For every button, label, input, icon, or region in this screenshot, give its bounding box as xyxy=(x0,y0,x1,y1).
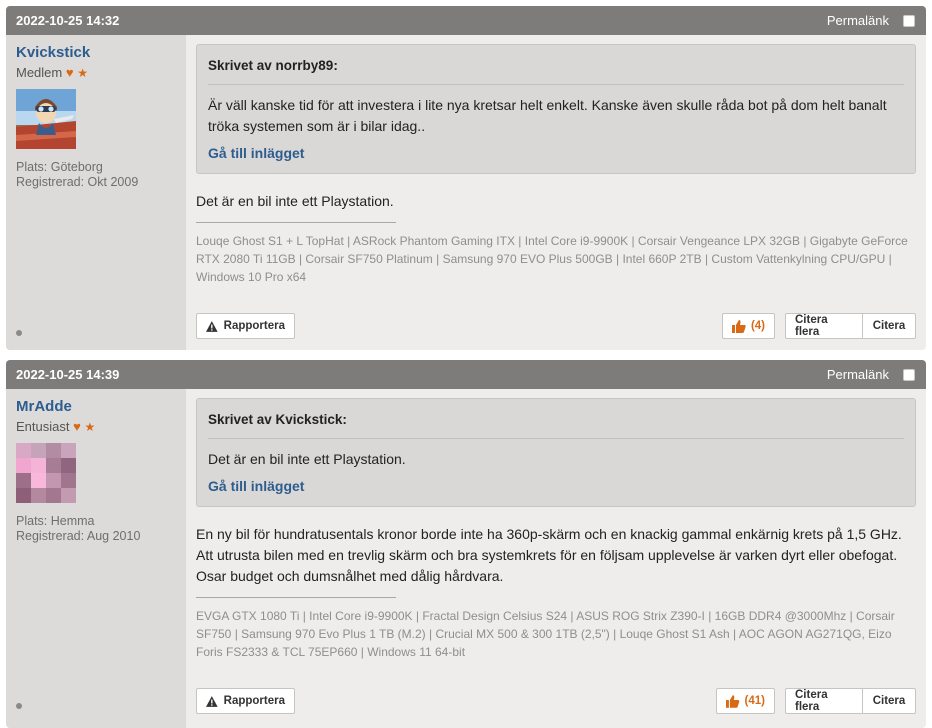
user-info: Plats: Göteborg Registrerad: Okt 2009 xyxy=(16,160,176,190)
user-location: Plats: Göteborg xyxy=(16,160,103,174)
user-registered: Registrerad: Okt 2009 xyxy=(16,175,139,189)
signature-divider xyxy=(196,222,396,223)
user-rank: Medlem ♥ ★ xyxy=(16,65,176,80)
quote-text: Är väll kanske tid för att investera i l… xyxy=(208,97,887,134)
report-button[interactable]: Rapportera xyxy=(196,313,295,339)
user-rank: Entusiast ♥ ★ xyxy=(16,419,176,434)
goto-post-link[interactable]: Gå till inlägget xyxy=(208,478,904,494)
cite-multiple-button[interactable]: Citera flera xyxy=(785,313,863,339)
signature: EVGA GTX 1080 Ti | Intel Core i9-9900K |… xyxy=(196,609,895,659)
cite-multiple-button[interactable]: Citera flera xyxy=(785,688,863,714)
signature: Louqe Ghost S1 + L TopHat | ASRock Phant… xyxy=(196,234,908,284)
forum-post: 2022-10-25 14:39 Permalänk MrAdde Entusi… xyxy=(6,360,926,728)
username[interactable]: Kvickstick xyxy=(16,44,176,61)
cite-group: Citera flera Citera xyxy=(785,688,916,714)
star-icon: ★ xyxy=(84,420,96,434)
like-button[interactable]: (41) xyxy=(716,688,775,714)
rank-label: Medlem xyxy=(16,65,63,80)
quote-author: Skrivet av Kvickstick: xyxy=(208,412,347,427)
permalink-link[interactable]: Permalänk xyxy=(827,367,889,382)
status-dot-icon xyxy=(16,703,22,709)
report-label: Rapportera xyxy=(223,695,285,707)
user-registered: Registrerad: Aug 2010 xyxy=(16,529,141,543)
forum-post: 2022-10-25 14:32 Permalänk Kvickstick Me… xyxy=(6,6,926,350)
like-count: (4) xyxy=(750,320,765,332)
permalink-link[interactable]: Permalänk xyxy=(827,13,889,28)
post-header: 2022-10-25 14:39 Permalänk xyxy=(6,360,926,389)
post-content: Skrivet av norrby89: Är väll kanske tid … xyxy=(186,35,926,350)
quote-text: Det är en bil inte ett Playstation. xyxy=(208,451,406,467)
quote-divider xyxy=(208,438,904,439)
star-icon: ★ xyxy=(77,66,88,80)
select-post-checkbox[interactable] xyxy=(903,14,915,27)
post-actions: Rapportera (41) Citera flera Citera xyxy=(196,688,916,714)
warning-icon xyxy=(206,320,218,332)
cite-button[interactable]: Citera xyxy=(863,313,916,339)
report-button[interactable]: Rapportera xyxy=(196,688,295,714)
like-count: (41) xyxy=(744,695,765,707)
thumbs-up-icon xyxy=(726,694,740,708)
user-info: Plats: Hemma Registrerad: Aug 2010 xyxy=(16,514,176,544)
goto-post-link[interactable]: Gå till inlägget xyxy=(208,145,904,161)
post-date: 2022-10-25 14:32 xyxy=(16,13,120,28)
thumbs-up-icon xyxy=(732,319,746,333)
cite-button[interactable]: Citera xyxy=(863,688,916,714)
heart-icon: ♥ xyxy=(65,65,74,80)
post-message: En ny bil för hundratusentals kronor bor… xyxy=(196,526,902,584)
quote-block: Skrivet av norrby89: Är väll kanske tid … xyxy=(196,44,916,174)
warning-icon xyxy=(206,695,218,707)
user-location: Plats: Hemma xyxy=(16,514,95,528)
signature-divider xyxy=(196,597,396,598)
select-post-checkbox[interactable] xyxy=(903,368,915,381)
post-header: 2022-10-25 14:32 Permalänk xyxy=(6,6,926,35)
rank-label: Entusiast xyxy=(16,419,70,434)
user-sidebar: MrAdde Entusiast ♥ ★ Plats: Hemma Regist… xyxy=(6,389,186,728)
post-content: Skrivet av Kvickstick: Det är en bil int… xyxy=(186,389,926,728)
post-actions: Rapportera (4) Citera flera Citera xyxy=(196,313,916,339)
post-message: Det är en bil inte ett Playstation. xyxy=(196,193,394,209)
user-sidebar: Kvickstick Medlem ♥ ★ Plats: Göteborg Re… xyxy=(6,35,186,350)
quote-author: Skrivet av norrby89: xyxy=(208,58,338,73)
post-date: 2022-10-25 14:39 xyxy=(16,367,120,382)
avatar[interactable] xyxy=(16,443,76,503)
report-label: Rapportera xyxy=(223,320,285,332)
heart-icon: ♥ xyxy=(73,419,81,434)
status-dot-icon xyxy=(16,330,22,336)
cite-group: Citera flera Citera xyxy=(785,313,916,339)
avatar[interactable] xyxy=(16,89,76,149)
quote-block: Skrivet av Kvickstick: Det är en bil int… xyxy=(196,398,916,507)
username[interactable]: MrAdde xyxy=(16,398,176,415)
quote-divider xyxy=(208,84,904,85)
like-button[interactable]: (4) xyxy=(722,313,775,339)
